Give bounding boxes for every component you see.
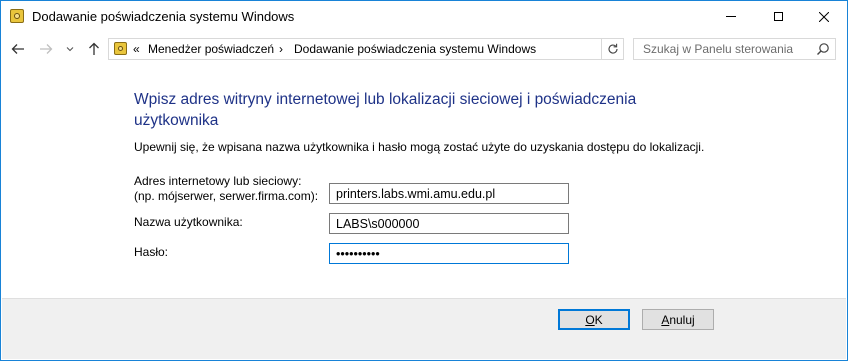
password-field[interactable]: [329, 243, 569, 264]
forward-button[interactable]: [37, 40, 55, 58]
address-field[interactable]: [329, 183, 569, 204]
address-label: Adres internetowy lub sieciowy: (np. mój…: [134, 174, 318, 204]
instruction-text: Upewnij się, że wpisana nazwa użytkownik…: [134, 140, 705, 154]
arrow-left-icon: [11, 44, 24, 54]
cancel-mnemonic: A: [661, 312, 670, 327]
minimize-icon: [726, 16, 736, 17]
ok-button[interactable]: OK: [558, 309, 630, 330]
credential-manager-icon: [10, 9, 24, 23]
chevron-down-icon: [66, 47, 74, 52]
address-bar[interactable]: « Menedżer poświadczeń › Dodawanie poświ…: [108, 38, 602, 60]
maximize-icon: [773, 12, 783, 21]
breadcrumb-separator[interactable]: ›: [279, 42, 283, 56]
search-box[interactable]: [633, 38, 836, 60]
search-input[interactable]: [634, 39, 814, 59]
dialog-footer: OK Anuluj: [2, 298, 846, 359]
address-label-line2: (np. mójserwer, serwer.firma.com):: [134, 189, 319, 203]
breadcrumb-add-credential[interactable]: Dodawanie poświadczenia systemu Windows: [294, 42, 536, 56]
maximize-button[interactable]: [755, 1, 801, 32]
refresh-icon: [607, 43, 618, 54]
ok-mnemonic: O: [585, 312, 595, 327]
close-icon: [819, 11, 829, 22]
credential-dialog-window: Dodawanie poświadczenia systemu Windows: [0, 0, 848, 361]
arrow-right-icon: [40, 44, 53, 54]
password-label: Hasło:: [134, 245, 169, 259]
cancel-button[interactable]: Anuluj: [642, 309, 714, 330]
navigation-bar: « Menedżer poświadczeń › Dodawanie poświ…: [1, 32, 847, 66]
username-field[interactable]: [329, 213, 569, 234]
address-label-line1: Adres internetowy lub sieciowy:: [134, 174, 302, 188]
breadcrumb-overflow[interactable]: «: [133, 42, 140, 56]
cancel-label-rest: nuluj: [669, 312, 695, 327]
ok-label-rest: K: [594, 312, 603, 327]
refresh-button[interactable]: [602, 38, 624, 60]
minimize-button[interactable]: [708, 1, 754, 32]
breadcrumb-credential-manager[interactable]: Menedżer poświadczeń: [148, 42, 274, 56]
title-bar[interactable]: Dodawanie poświadczenia systemu Windows: [1, 1, 847, 32]
window-title: Dodawanie poświadczenia systemu Windows: [32, 9, 295, 24]
credential-manager-icon: [114, 42, 127, 55]
page-heading: Wpisz adres witryny internetowej lub lok…: [134, 91, 637, 129]
back-button[interactable]: [9, 40, 27, 58]
close-button[interactable]: [801, 1, 847, 32]
username-label: Nazwa użytkownika:: [134, 215, 243, 229]
recent-locations-button[interactable]: [61, 40, 79, 58]
search-icon: [817, 43, 829, 55]
up-button[interactable]: [85, 40, 103, 58]
arrow-up-icon: [89, 42, 99, 55]
